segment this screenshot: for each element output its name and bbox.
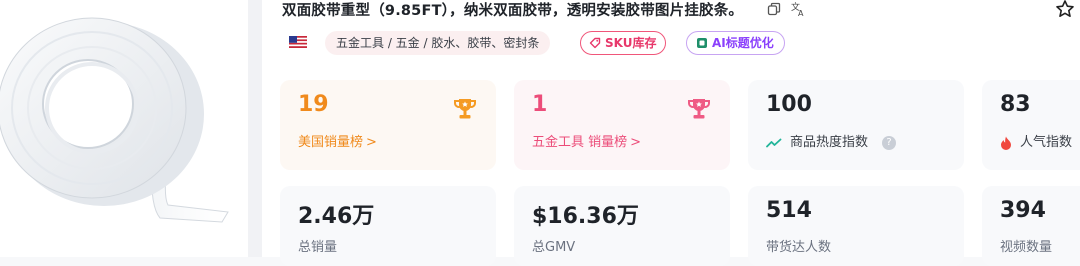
popularity-index-value: 83 bbox=[1000, 92, 1031, 117]
popularity-index-row: 人气指数 bbox=[1000, 131, 1072, 150]
category-sales-rank-card[interactable]: 1 五金工具 销量榜 > bbox=[514, 80, 730, 170]
category-sales-rank-value: 1 bbox=[532, 92, 548, 117]
sku-inventory-label: SKU库存 bbox=[605, 36, 657, 50]
star-icon[interactable] bbox=[1055, 0, 1075, 19]
tape-roll-illustration bbox=[0, 17, 229, 223]
help-icon[interactable]: ? bbox=[882, 135, 897, 150]
influencer-count-label: 带货达人数 bbox=[766, 240, 832, 255]
total-gmv-card: $16.36万 总GMV bbox=[514, 186, 730, 266]
product-image[interactable] bbox=[0, 0, 248, 257]
influencer-count-value: 514 bbox=[766, 198, 812, 223]
fire-icon bbox=[1001, 136, 1011, 150]
us-sales-rank-value: 19 bbox=[298, 92, 329, 117]
video-count-card: 394 视频数量 bbox=[982, 186, 1080, 266]
us-sales-rank-label: 美国销量榜 bbox=[298, 135, 364, 150]
trophy-icon bbox=[453, 99, 477, 119]
video-count-value: 394 bbox=[1000, 198, 1046, 223]
product-title[interactable]: 双面胶带重型（9.85FT），纳米双面胶带，透明安装胶带图片挂胶条。 bbox=[282, 0, 743, 20]
chevron-right-icon: > bbox=[366, 135, 377, 150]
total-sales-card: 2.46万 总销量 bbox=[280, 186, 496, 266]
trend-up-icon bbox=[766, 138, 782, 147]
svg-text:A: A bbox=[798, 9, 804, 17]
ai-title-optimize-button[interactable]: AI标题优化 bbox=[686, 31, 785, 55]
popularity-index-label: 人气指数 bbox=[1020, 135, 1073, 150]
tag-icon bbox=[589, 37, 601, 49]
popularity-index-card: 83 人气指数 bbox=[982, 80, 1080, 170]
us-sales-rank-link[interactable]: 美国销量榜 > bbox=[298, 131, 377, 150]
ai-chip-icon bbox=[697, 38, 707, 48]
influencer-count-card: 514 带货达人数 bbox=[748, 186, 964, 266]
heat-index-label: 商品热度指数 bbox=[790, 135, 869, 150]
category-breadcrumb[interactable]: 五金工具 / 五金 / 胶水、胶带、密封条 bbox=[325, 31, 551, 55]
us-sales-rank-card[interactable]: 19 美国销量榜 > bbox=[280, 80, 496, 170]
trophy-icon bbox=[687, 99, 711, 119]
total-sales-value: 2.46万 bbox=[298, 204, 375, 229]
category-sales-rank-link[interactable]: 五金工具 销量榜 > bbox=[532, 131, 641, 150]
panel-divider bbox=[248, 0, 262, 257]
total-gmv-label: 总GMV bbox=[532, 240, 576, 255]
sku-inventory-button[interactable]: SKU库存 bbox=[580, 31, 667, 55]
ai-title-optimize-label: AI标题优化 bbox=[712, 36, 774, 50]
translate-icon[interactable]: 文 A bbox=[791, 1, 807, 17]
heat-index-value: 100 bbox=[766, 92, 812, 117]
heat-index-row: 商品热度指数? bbox=[766, 131, 897, 150]
category-sales-rank-label: 五金工具 销量榜 bbox=[532, 135, 628, 150]
product-heat-index-card: 100 商品热度指数? bbox=[748, 80, 964, 170]
chevron-right-icon: > bbox=[630, 135, 642, 150]
copy-icon[interactable] bbox=[767, 2, 781, 16]
total-sales-label: 总销量 bbox=[298, 240, 338, 255]
us-flag-icon bbox=[289, 36, 307, 48]
total-gmv-value: $16.36万 bbox=[532, 204, 639, 229]
video-count-label: 视频数量 bbox=[1000, 240, 1053, 255]
